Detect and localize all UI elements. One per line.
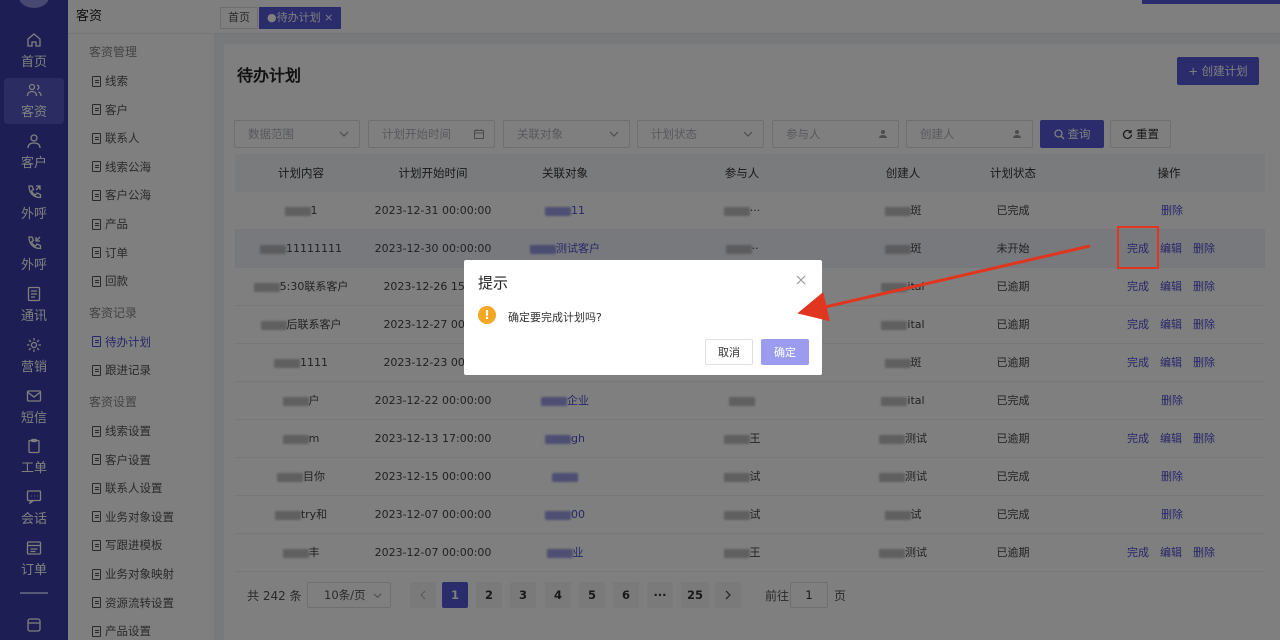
annotation-arrow (797, 244, 1091, 322)
